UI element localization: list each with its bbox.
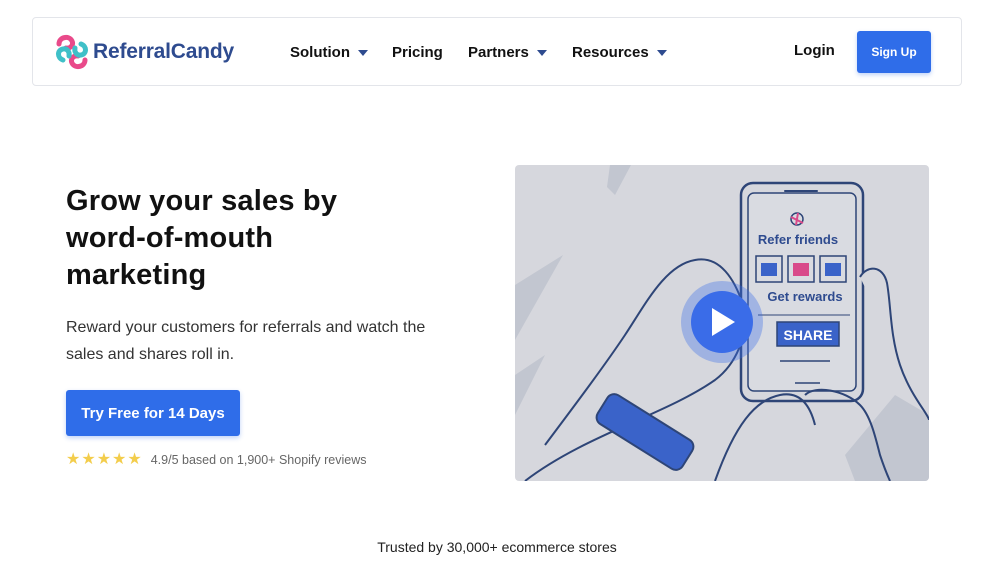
trusted-text: Trusted by 30,000+ ecommerce stores — [377, 539, 617, 555]
video-thumbnail: Refer friends Get rewards SHARE — [515, 165, 929, 481]
menu-item-label: Resources — [572, 43, 649, 61]
brand-logo[interactable]: ReferralCandy — [55, 34, 234, 70]
menu-item-label: Partners — [468, 43, 529, 61]
phone-heading: Refer friends — [758, 232, 838, 247]
top-navigation: ReferralCandy Solution Pricing Partners … — [32, 17, 962, 86]
signup-button[interactable]: Sign Up — [857, 31, 931, 73]
menu-item-pricing[interactable]: Pricing — [392, 42, 443, 62]
share-label: SHARE — [783, 327, 832, 343]
star-icon: ★ — [66, 451, 81, 468]
star-icon: ★ — [112, 451, 127, 468]
try-free-button[interactable]: Try Free for 14 Days — [66, 390, 240, 436]
hero-title-line: marketing — [66, 259, 207, 291]
menu-item-label: Pricing — [392, 43, 443, 61]
referralcandy-logo-icon — [56, 34, 88, 70]
video-player[interactable]: Refer friends Get rewards SHARE — [515, 165, 929, 481]
caret-down-icon — [358, 50, 368, 56]
menu-item-solution[interactable]: Solution — [290, 42, 368, 62]
star-icon: ★ — [81, 451, 96, 468]
menu-item-resources[interactable]: Resources — [572, 42, 667, 62]
star-icon: ★ — [127, 451, 142, 468]
rating-stars: ★ ★ ★ ★ ★ — [66, 452, 142, 468]
menu-item-label: Solution — [290, 43, 350, 61]
caret-down-icon — [536, 50, 547, 56]
hero-title-line: word-of-mouth — [66, 222, 274, 254]
rating-text: 4.9/5 based on 1,900+ Shopify reviews — [150, 453, 367, 467]
menu-item-partners[interactable]: Partners — [468, 42, 547, 62]
star-icon: ★ — [96, 451, 112, 468]
brand-name: ReferralCandy — [93, 40, 234, 63]
hero-subtitle: Reward your customers for referrals and … — [66, 319, 426, 363]
hero-title-line: Grow your sales by — [66, 185, 338, 217]
login-link[interactable]: Login — [794, 42, 835, 59]
caret-down-icon — [656, 50, 667, 56]
phone-subheading: Get rewards — [767, 289, 842, 304]
hero-title: Grow your sales by word-of-mouth marketi… — [66, 183, 406, 294]
rating-summary: ★ ★ ★ ★ ★ 4.9/5 based on 1,900+ Shopify … — [66, 452, 367, 468]
